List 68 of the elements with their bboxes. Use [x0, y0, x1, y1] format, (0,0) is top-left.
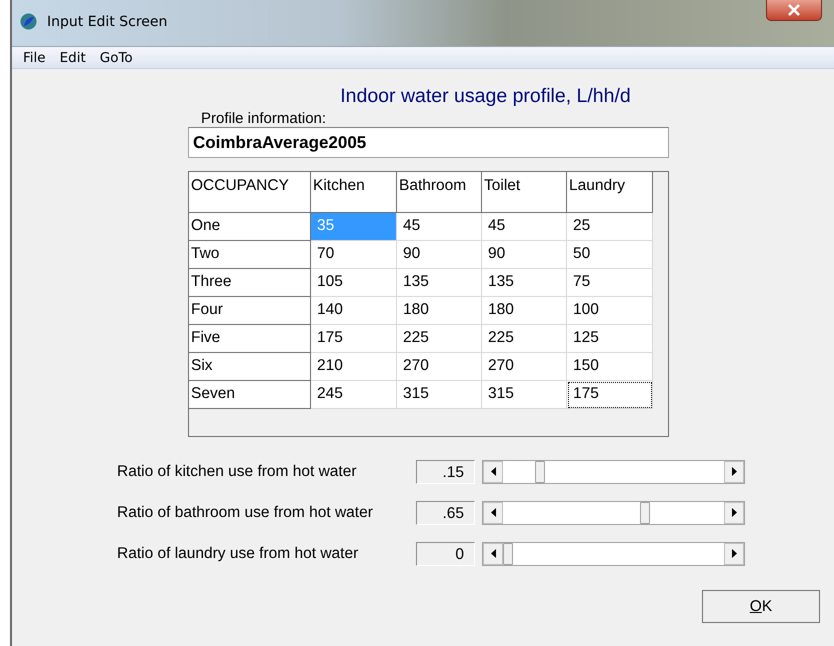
field-label: Profile information: — [201, 110, 328, 127]
scrollbar[interactable] — [482, 542, 745, 566]
table-cell[interactable]: 175 — [311, 325, 397, 353]
menu-item[interactable]: GoTo — [92, 47, 140, 68]
ratio-label: Ratio of laundry use from hot water — [117, 544, 360, 564]
ratio-value: .15 — [416, 460, 475, 484]
form-heading: Indoor water usage profile, L/hh/d — [339, 85, 632, 107]
table-cell[interactable]: 270 — [397, 353, 482, 381]
table-cell[interactable]: 225 — [482, 325, 567, 353]
ok-button[interactable]: OK — [702, 590, 820, 623]
row-header[interactable]: Four — [189, 297, 311, 325]
table-cell[interactable]: 180 — [397, 297, 482, 325]
close-icon[interactable] — [788, 4, 800, 16]
table-cell[interactable]: 210 — [311, 353, 397, 381]
row-header[interactable]: Three — [189, 269, 311, 297]
right-arrow-icon[interactable] — [732, 549, 736, 558]
left-arrow-icon[interactable] — [490, 467, 496, 476]
left-arrow-icon[interactable] — [490, 508, 496, 517]
scrollbar-thumb[interactable] — [503, 542, 513, 564]
table-cell[interactable]: 315 — [397, 381, 482, 409]
table-cell[interactable]: 125 — [567, 325, 653, 353]
profile-field[interactable]: CoimbraAverage2005 — [188, 127, 669, 158]
row-header[interactable]: Two — [189, 241, 311, 269]
app-icon — [20, 13, 37, 30]
left-arrow-icon[interactable] — [490, 549, 496, 558]
table-cell[interactable]: 45 — [397, 213, 482, 241]
ratio-value: .65 — [416, 500, 475, 524]
table-cell[interactable]: 315 — [482, 381, 567, 409]
row-header[interactable]: Five — [189, 325, 311, 353]
scrollbar-thumb[interactable] — [534, 460, 545, 482]
ratio-value: 0 — [416, 542, 475, 566]
table-cell[interactable]: 150 — [567, 353, 653, 381]
menu-item[interactable]: File — [16, 47, 53, 68]
column-header: Bathroom — [397, 172, 482, 213]
table-cell[interactable]: 75 — [567, 269, 653, 297]
menu-item[interactable]: Edit — [52, 47, 93, 68]
column-header: Kitchen — [311, 172, 397, 213]
table-cell[interactable]: 180 — [482, 297, 567, 325]
right-arrow-icon[interactable] — [732, 508, 736, 517]
table-cell[interactable]: 100 — [567, 297, 653, 325]
column-header: OCCUPANCY — [189, 172, 311, 213]
table-cell[interactable]: 245 — [311, 381, 397, 409]
table-cell[interactable]: 140 — [311, 297, 397, 325]
table-cell[interactable]: 135 — [482, 269, 567, 297]
table-cell[interactable]: 70 — [311, 241, 397, 269]
column-header: Toilet — [482, 172, 567, 213]
scrollbar[interactable] — [482, 500, 745, 524]
row-header[interactable]: One — [189, 213, 311, 241]
table-cell[interactable]: 90 — [397, 241, 482, 269]
ratio-label: Ratio of kitchen use from hot water — [117, 462, 358, 482]
window-title: Input Edit Screen — [47, 13, 168, 31]
table-cell[interactable]: 45 — [482, 213, 567, 241]
table-cell[interactable]: 135 — [397, 269, 482, 297]
right-arrow-icon[interactable] — [732, 467, 736, 476]
scrollbar[interactable] — [482, 460, 745, 484]
table-cell[interactable]: 225 — [397, 325, 482, 353]
row-header[interactable]: Six — [189, 353, 311, 381]
table-cell[interactable]: 50 — [567, 241, 653, 269]
close-button[interactable] — [766, 0, 822, 21]
table-cell[interactable]: 25 — [567, 213, 653, 241]
table-cell[interactable]: 105 — [311, 269, 397, 297]
scrollbar-thumb[interactable] — [640, 502, 650, 524]
column-header: Laundry — [567, 172, 653, 213]
row-header[interactable]: Seven — [189, 381, 311, 409]
ratio-label: Ratio of bathroom use from hot water — [117, 502, 374, 523]
table-cell[interactable]: 270 — [482, 353, 567, 381]
table-cell[interactable]: 90 — [482, 241, 567, 269]
table-cell[interactable]: 175 — [567, 381, 653, 409]
